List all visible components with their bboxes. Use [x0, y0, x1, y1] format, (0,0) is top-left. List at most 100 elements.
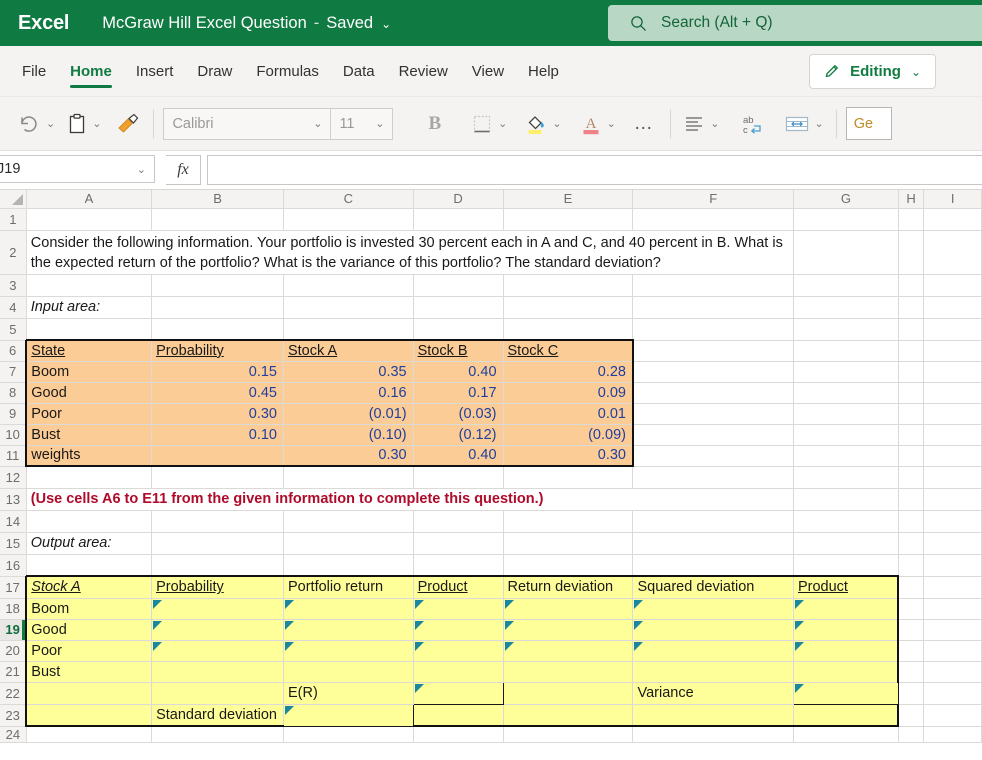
cell-d23[interactable] — [413, 704, 504, 727]
cell-g8[interactable] — [793, 382, 899, 404]
cell-c4[interactable] — [283, 296, 414, 319]
tab-insert[interactable]: Insert — [136, 46, 174, 96]
cell-d24[interactable] — [413, 726, 504, 743]
cell-f21[interactable] — [632, 661, 794, 683]
cell-e12[interactable] — [503, 466, 634, 489]
column-header-b[interactable]: B — [151, 190, 284, 209]
cell-a3[interactable] — [26, 274, 153, 297]
cell-f1[interactable] — [632, 208, 794, 231]
cell-h19[interactable] — [898, 619, 925, 641]
cell-h11[interactable] — [898, 445, 925, 467]
cell-g6[interactable] — [793, 340, 899, 362]
cell-a12[interactable] — [26, 466, 153, 489]
cell-c6-stock-a-header[interactable]: Stock A — [283, 339, 414, 362]
cell-e4[interactable] — [503, 296, 634, 319]
cell-h8[interactable] — [898, 382, 925, 404]
column-header-g[interactable]: G — [793, 190, 899, 209]
cell-b18-input[interactable] — [151, 598, 284, 620]
cell-b20-input[interactable] — [151, 640, 284, 662]
cell-d12[interactable] — [413, 466, 504, 489]
cell-c24[interactable] — [283, 726, 414, 743]
tab-file[interactable]: File — [22, 46, 46, 96]
cell-e8-stock-c[interactable]: 0.09 — [503, 382, 634, 404]
cell-c15[interactable] — [283, 532, 414, 555]
editing-mode-button[interactable]: Editing ⌄ — [809, 54, 936, 89]
cell-a23[interactable] — [25, 704, 153, 727]
borders-button[interactable]: ⌄ — [468, 108, 510, 140]
cell-a19-state[interactable]: Good — [25, 619, 153, 641]
cell-a6-state-header[interactable]: State — [25, 339, 153, 362]
cell-g13[interactable] — [793, 488, 899, 511]
column-header-a[interactable]: A — [26, 190, 153, 209]
row-header-17[interactable]: 17 — [0, 576, 27, 599]
spreadsheet-grid[interactable]: A B C D E F G H I 1 2 Consider the follo… — [0, 190, 982, 760]
cell-c17-portfolio-return-header[interactable]: Portfolio return — [283, 575, 414, 599]
row-header-15[interactable]: 15 — [0, 532, 27, 555]
cell-e11-stock-c[interactable]: 0.30 — [503, 445, 634, 467]
cell-e24[interactable] — [503, 726, 634, 743]
row-header-12[interactable]: 12 — [0, 466, 27, 489]
row-header-16[interactable]: 16 — [0, 554, 27, 577]
row-header-8[interactable]: 8 — [0, 382, 27, 404]
cell-g4[interactable] — [793, 296, 899, 319]
cell-i18[interactable] — [923, 598, 982, 620]
search-bar[interactable]: Search (Alt + Q) — [608, 5, 982, 41]
cell-b21[interactable] — [151, 661, 284, 683]
cell-b9-probability[interactable]: 0.30 — [151, 403, 284, 425]
row-header-10[interactable]: 10 — [0, 424, 27, 446]
cell-g15[interactable] — [793, 532, 899, 555]
cell-d16[interactable] — [413, 554, 504, 577]
cell-d6-stock-b-header[interactable]: Stock B — [413, 339, 504, 362]
cell-b12[interactable] — [151, 466, 284, 489]
cell-f9[interactable] — [632, 403, 794, 425]
cell-e10-stock-c[interactable]: (0.09) — [503, 424, 634, 446]
cell-i24[interactable] — [923, 726, 982, 743]
cell-e15[interactable] — [503, 532, 634, 555]
cell-c9-stock-a[interactable]: (0.01) — [283, 403, 414, 425]
cell-a24[interactable] — [26, 726, 153, 743]
column-header-c[interactable]: C — [283, 190, 414, 209]
cell-b7-probability[interactable]: 0.15 — [151, 361, 284, 383]
cell-i11[interactable] — [923, 445, 982, 467]
cell-e22[interactable] — [503, 682, 634, 705]
fill-color-button[interactable]: ⌄ — [522, 108, 564, 140]
cell-h4[interactable] — [898, 296, 925, 319]
cell-d15[interactable] — [413, 532, 504, 555]
cell-c21[interactable] — [283, 661, 414, 683]
cell-c12[interactable] — [283, 466, 414, 489]
cell-a9-state[interactable]: Poor — [25, 403, 153, 425]
row-header-24[interactable]: 24 — [0, 726, 27, 743]
cell-g9[interactable] — [793, 403, 899, 425]
cell-h17[interactable] — [898, 576, 925, 599]
tab-help[interactable]: Help — [528, 46, 559, 96]
cell-f18-input[interactable] — [632, 598, 794, 620]
cell-h24[interactable] — [898, 726, 925, 743]
cell-f15[interactable] — [632, 532, 794, 555]
tab-view[interactable]: View — [472, 46, 504, 96]
cell-f3[interactable] — [632, 274, 794, 297]
cell-c11-stock-a[interactable]: 0.30 — [283, 445, 414, 467]
cell-f23[interactable] — [632, 704, 794, 727]
chevron-down-icon[interactable]: ⌄ — [375, 117, 384, 130]
cell-i19[interactable] — [923, 619, 982, 641]
tab-draw[interactable]: Draw — [197, 46, 232, 96]
chevron-down-icon[interactable]: ⌄ — [552, 117, 561, 130]
cell-g16[interactable] — [793, 554, 899, 577]
cell-b17-probability-header[interactable]: Probability — [151, 575, 284, 599]
more-options-button[interactable]: … — [627, 113, 662, 135]
cell-c22-er-label[interactable]: E(R) — [283, 682, 414, 705]
cell-g19-input[interactable] — [793, 619, 900, 641]
row-header-13[interactable]: 13 — [0, 488, 27, 511]
chevron-down-icon[interactable]: ⌄ — [381, 17, 391, 31]
cell-f5[interactable] — [632, 318, 794, 341]
wrap-text-button[interactable]: ab c — [737, 108, 767, 140]
row-header-19[interactable]: 19 — [0, 619, 27, 641]
cell-h16[interactable] — [898, 554, 925, 577]
cell-d5[interactable] — [413, 318, 504, 341]
cell-g1[interactable] — [793, 208, 899, 231]
cell-e17-return-deviation-header[interactable]: Return deviation — [503, 575, 634, 599]
cell-h20[interactable] — [898, 640, 925, 662]
cell-h18[interactable] — [898, 598, 925, 620]
cell-d4[interactable] — [413, 296, 504, 319]
cell-d18-input[interactable] — [413, 598, 504, 620]
